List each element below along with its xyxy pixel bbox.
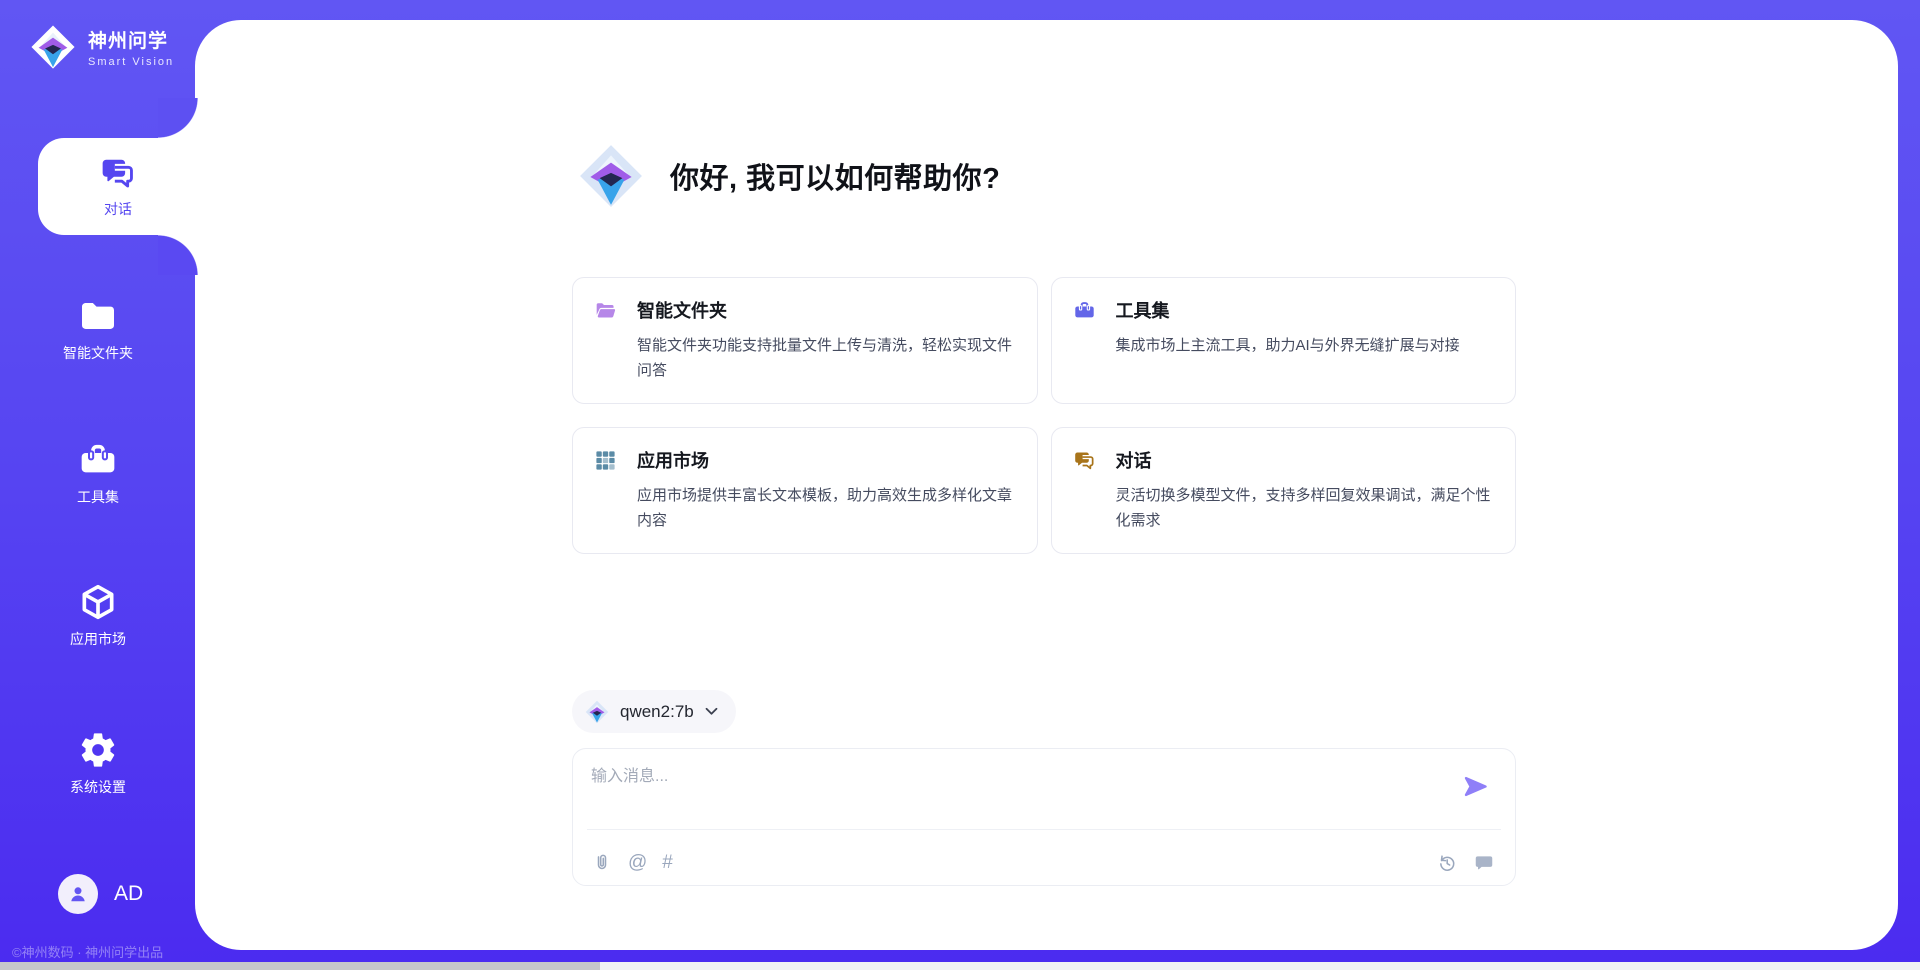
user-account[interactable]: AD bbox=[58, 874, 143, 914]
toolbox-icon bbox=[1073, 299, 1096, 322]
greeting-title: 你好, 我可以如何帮助你? bbox=[670, 155, 1000, 197]
horizontal-scrollbar[interactable] bbox=[0, 962, 1920, 970]
cube-icon bbox=[78, 582, 118, 622]
sidebar-item-label: 工具集 bbox=[77, 487, 119, 507]
active-tab-bottom-fillet bbox=[158, 235, 198, 275]
model-selector[interactable]: qwen2:7b bbox=[572, 690, 736, 733]
sidebar-item-chat[interactable]: 对话 bbox=[38, 138, 198, 235]
attachment-icon[interactable] bbox=[591, 852, 613, 874]
user-initials: AD bbox=[114, 882, 143, 906]
sidebar-item-label: 智能文件夹 bbox=[63, 343, 133, 363]
card-toolset[interactable]: 工具集 集成市场上主流工具，助力AI与外界无缝扩展与对接 bbox=[1051, 277, 1517, 404]
copyright-footer: ©神州数码 · 神州问学出品 bbox=[12, 942, 163, 961]
card-app-market[interactable]: 应用市场 应用市场提供丰富长文本模板，助力高效生成多样化文章内容 bbox=[572, 427, 1038, 554]
hero: 你好, 我可以如何帮助你? bbox=[578, 143, 1000, 209]
sidebar-item-app-market[interactable]: 应用市场 bbox=[0, 582, 196, 649]
composer-divider bbox=[587, 829, 1501, 830]
card-title: 工具集 bbox=[1116, 297, 1170, 323]
card-description: 集成市场上主流工具，助力AI与外界无缝扩展与对接 bbox=[1116, 333, 1492, 358]
grid-icon bbox=[594, 449, 617, 472]
card-description: 灵活切换多模型文件，支持多样回复效果调试，满足个性化需求 bbox=[1116, 483, 1492, 533]
sidebar-item-smart-folder[interactable]: 智能文件夹 bbox=[0, 296, 196, 363]
message-input[interactable] bbox=[591, 762, 1441, 824]
chat-bubble-icon[interactable] bbox=[1473, 852, 1495, 874]
mention-icon[interactable]: @ bbox=[628, 852, 647, 874]
app-logo-icon bbox=[30, 24, 76, 70]
sidebar-item-toolset[interactable]: 工具集 bbox=[0, 440, 196, 507]
feature-cards: 智能文件夹 智能文件夹功能支持批量文件上传与清洗，轻松实现文件问答 工具集 集成… bbox=[572, 277, 1516, 554]
card-title: 对话 bbox=[1116, 447, 1152, 473]
app-brand: 神州问学 Smart Vision bbox=[30, 24, 174, 70]
folder-open-icon bbox=[594, 299, 617, 322]
card-chat[interactable]: 对话 灵活切换多模型文件，支持多样回复效果调试，满足个性化需求 bbox=[1051, 427, 1517, 554]
avatar bbox=[58, 874, 98, 914]
chevron-down-icon bbox=[705, 707, 718, 716]
sidebar-item-label: 对话 bbox=[104, 199, 132, 219]
sidebar-item-label: 系统设置 bbox=[70, 777, 126, 797]
sidebar-item-settings[interactable]: 系统设置 bbox=[0, 730, 196, 797]
gear-icon bbox=[78, 730, 118, 770]
card-title: 应用市场 bbox=[637, 447, 709, 473]
card-title: 智能文件夹 bbox=[637, 297, 727, 323]
sidebar-item-label: 应用市场 bbox=[70, 629, 126, 649]
app-subtitle: Smart Vision bbox=[88, 56, 174, 68]
app-name: 神州问学 bbox=[88, 26, 174, 53]
message-composer: @ # bbox=[572, 748, 1516, 886]
chat-icon bbox=[1073, 449, 1096, 472]
model-name: qwen2:7b bbox=[620, 702, 694, 722]
history-icon[interactable] bbox=[1436, 852, 1458, 874]
hero-logo-icon bbox=[578, 143, 644, 209]
scrollbar-thumb[interactable] bbox=[0, 962, 600, 970]
model-logo-icon bbox=[585, 700, 609, 724]
send-icon[interactable] bbox=[1462, 773, 1489, 800]
card-description: 应用市场提供丰富长文本模板，助力高效生成多样化文章内容 bbox=[637, 483, 1013, 533]
card-smart-folder[interactable]: 智能文件夹 智能文件夹功能支持批量文件上传与清洗，轻松实现文件问答 bbox=[572, 277, 1038, 404]
toolbox-icon bbox=[78, 440, 118, 480]
card-description: 智能文件夹功能支持批量文件上传与清洗，轻松实现文件问答 bbox=[637, 333, 1013, 383]
folder-icon bbox=[78, 296, 118, 336]
active-tab-top-fillet bbox=[158, 98, 198, 138]
hashtag-icon[interactable]: # bbox=[662, 852, 673, 874]
chat-icon bbox=[99, 154, 137, 192]
